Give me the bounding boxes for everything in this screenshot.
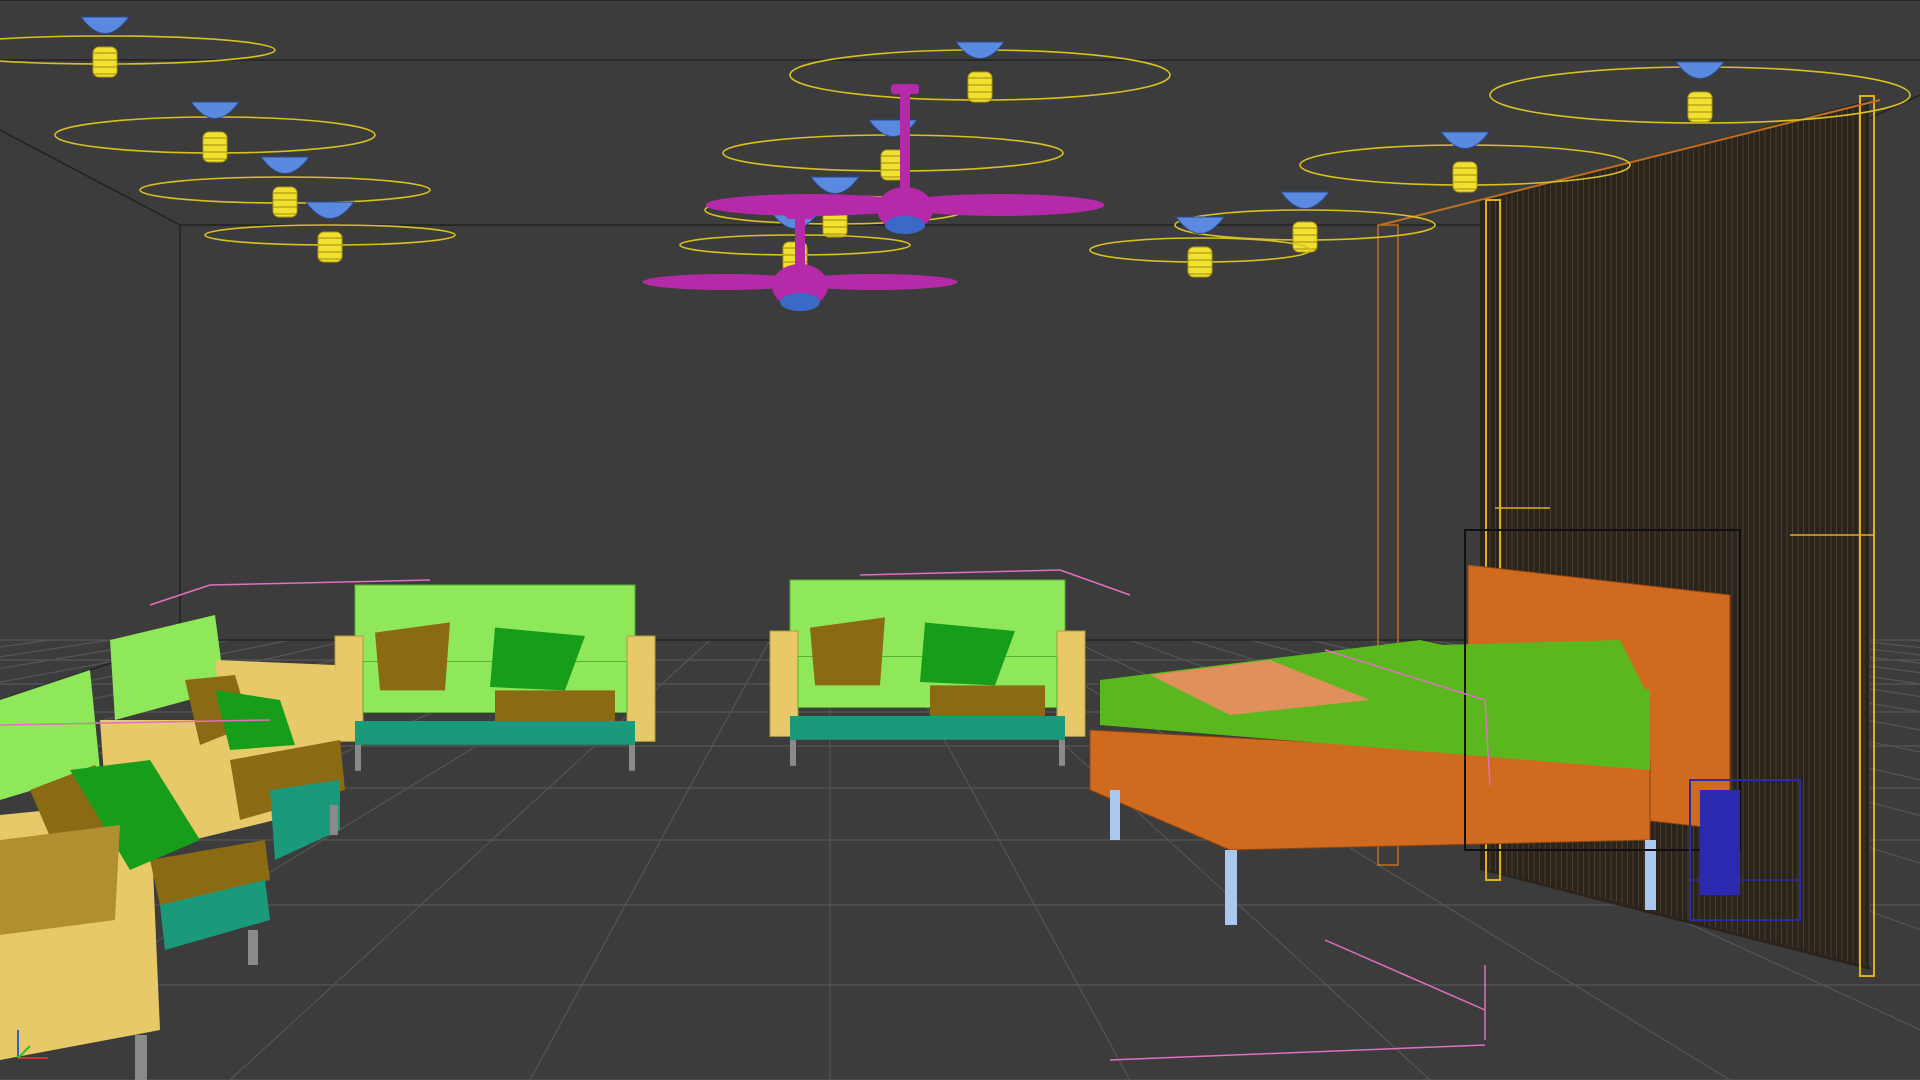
sofa-leg	[135, 1035, 147, 1080]
light-shade	[810, 176, 860, 194]
helper-line	[209, 579, 431, 586]
sofa-leg	[629, 744, 635, 771]
helper-line	[1324, 939, 1486, 1011]
fan-light-kit	[780, 293, 820, 311]
sofa-leg	[248, 930, 258, 965]
bed-leg	[1225, 850, 1237, 925]
light-shade	[955, 41, 1005, 59]
room-edge	[0, 129, 181, 226]
helper-line	[1059, 569, 1131, 596]
sofa-seat-cushion	[495, 690, 615, 721]
fan-canopy	[786, 209, 814, 219]
sofa-seat-cushion	[930, 685, 1045, 716]
sofa-center-left	[334, 584, 656, 771]
sofa-group[interactable]	[0, 579, 1086, 1080]
light-bulb-cage	[317, 231, 343, 263]
sofa-base	[790, 716, 1065, 740]
sofa-leg	[1059, 739, 1065, 766]
sofa-leg	[790, 739, 796, 766]
ceiling-light	[204, 201, 456, 263]
light-shade	[1280, 191, 1330, 209]
helper-line	[1109, 1044, 1486, 1061]
bed-leg	[1110, 790, 1120, 840]
light-shade	[1440, 131, 1490, 149]
sofa-leg	[330, 805, 338, 835]
light-bulb-cage	[202, 131, 228, 163]
ceiling-light	[722, 119, 1064, 181]
light-bulb-cage	[1187, 246, 1213, 278]
light-bulb-cage	[1452, 161, 1478, 193]
light-bulb-cage	[1687, 91, 1713, 123]
light-shade	[260, 156, 310, 174]
light-bulb-cage	[1292, 221, 1318, 253]
ceiling-light	[1089, 216, 1311, 278]
pillow-brown	[375, 622, 450, 691]
fan-canopy	[891, 84, 919, 94]
sofa-leg	[355, 744, 361, 771]
pillow-brown	[810, 617, 885, 686]
sofa-left-angled	[0, 615, 345, 1080]
light-bulb-cage	[92, 46, 118, 78]
sofa-base	[355, 721, 635, 745]
ceiling-light	[54, 101, 376, 163]
light-bulb-cage	[967, 71, 993, 103]
scene-canvas[interactable]	[0, 0, 1920, 1080]
helper-line	[859, 569, 1061, 576]
3d-viewport[interactable]	[0, 0, 1920, 1080]
light-shade	[190, 101, 240, 119]
ceiling-fans[interactable]	[642, 84, 1105, 311]
sofa-side-panel	[0, 825, 120, 935]
sofa-base	[270, 780, 340, 860]
light-shade	[80, 16, 130, 34]
ceiling-fan	[705, 84, 1105, 234]
ceiling-light	[789, 41, 1171, 103]
sofa-center-right	[769, 579, 1086, 766]
light-bulb-cage	[272, 186, 298, 218]
light-shade	[305, 201, 355, 219]
light-shade	[1675, 61, 1725, 79]
ceiling-light	[0, 16, 276, 78]
fan-light-kit	[885, 216, 925, 234]
ceiling-light	[139, 156, 431, 218]
